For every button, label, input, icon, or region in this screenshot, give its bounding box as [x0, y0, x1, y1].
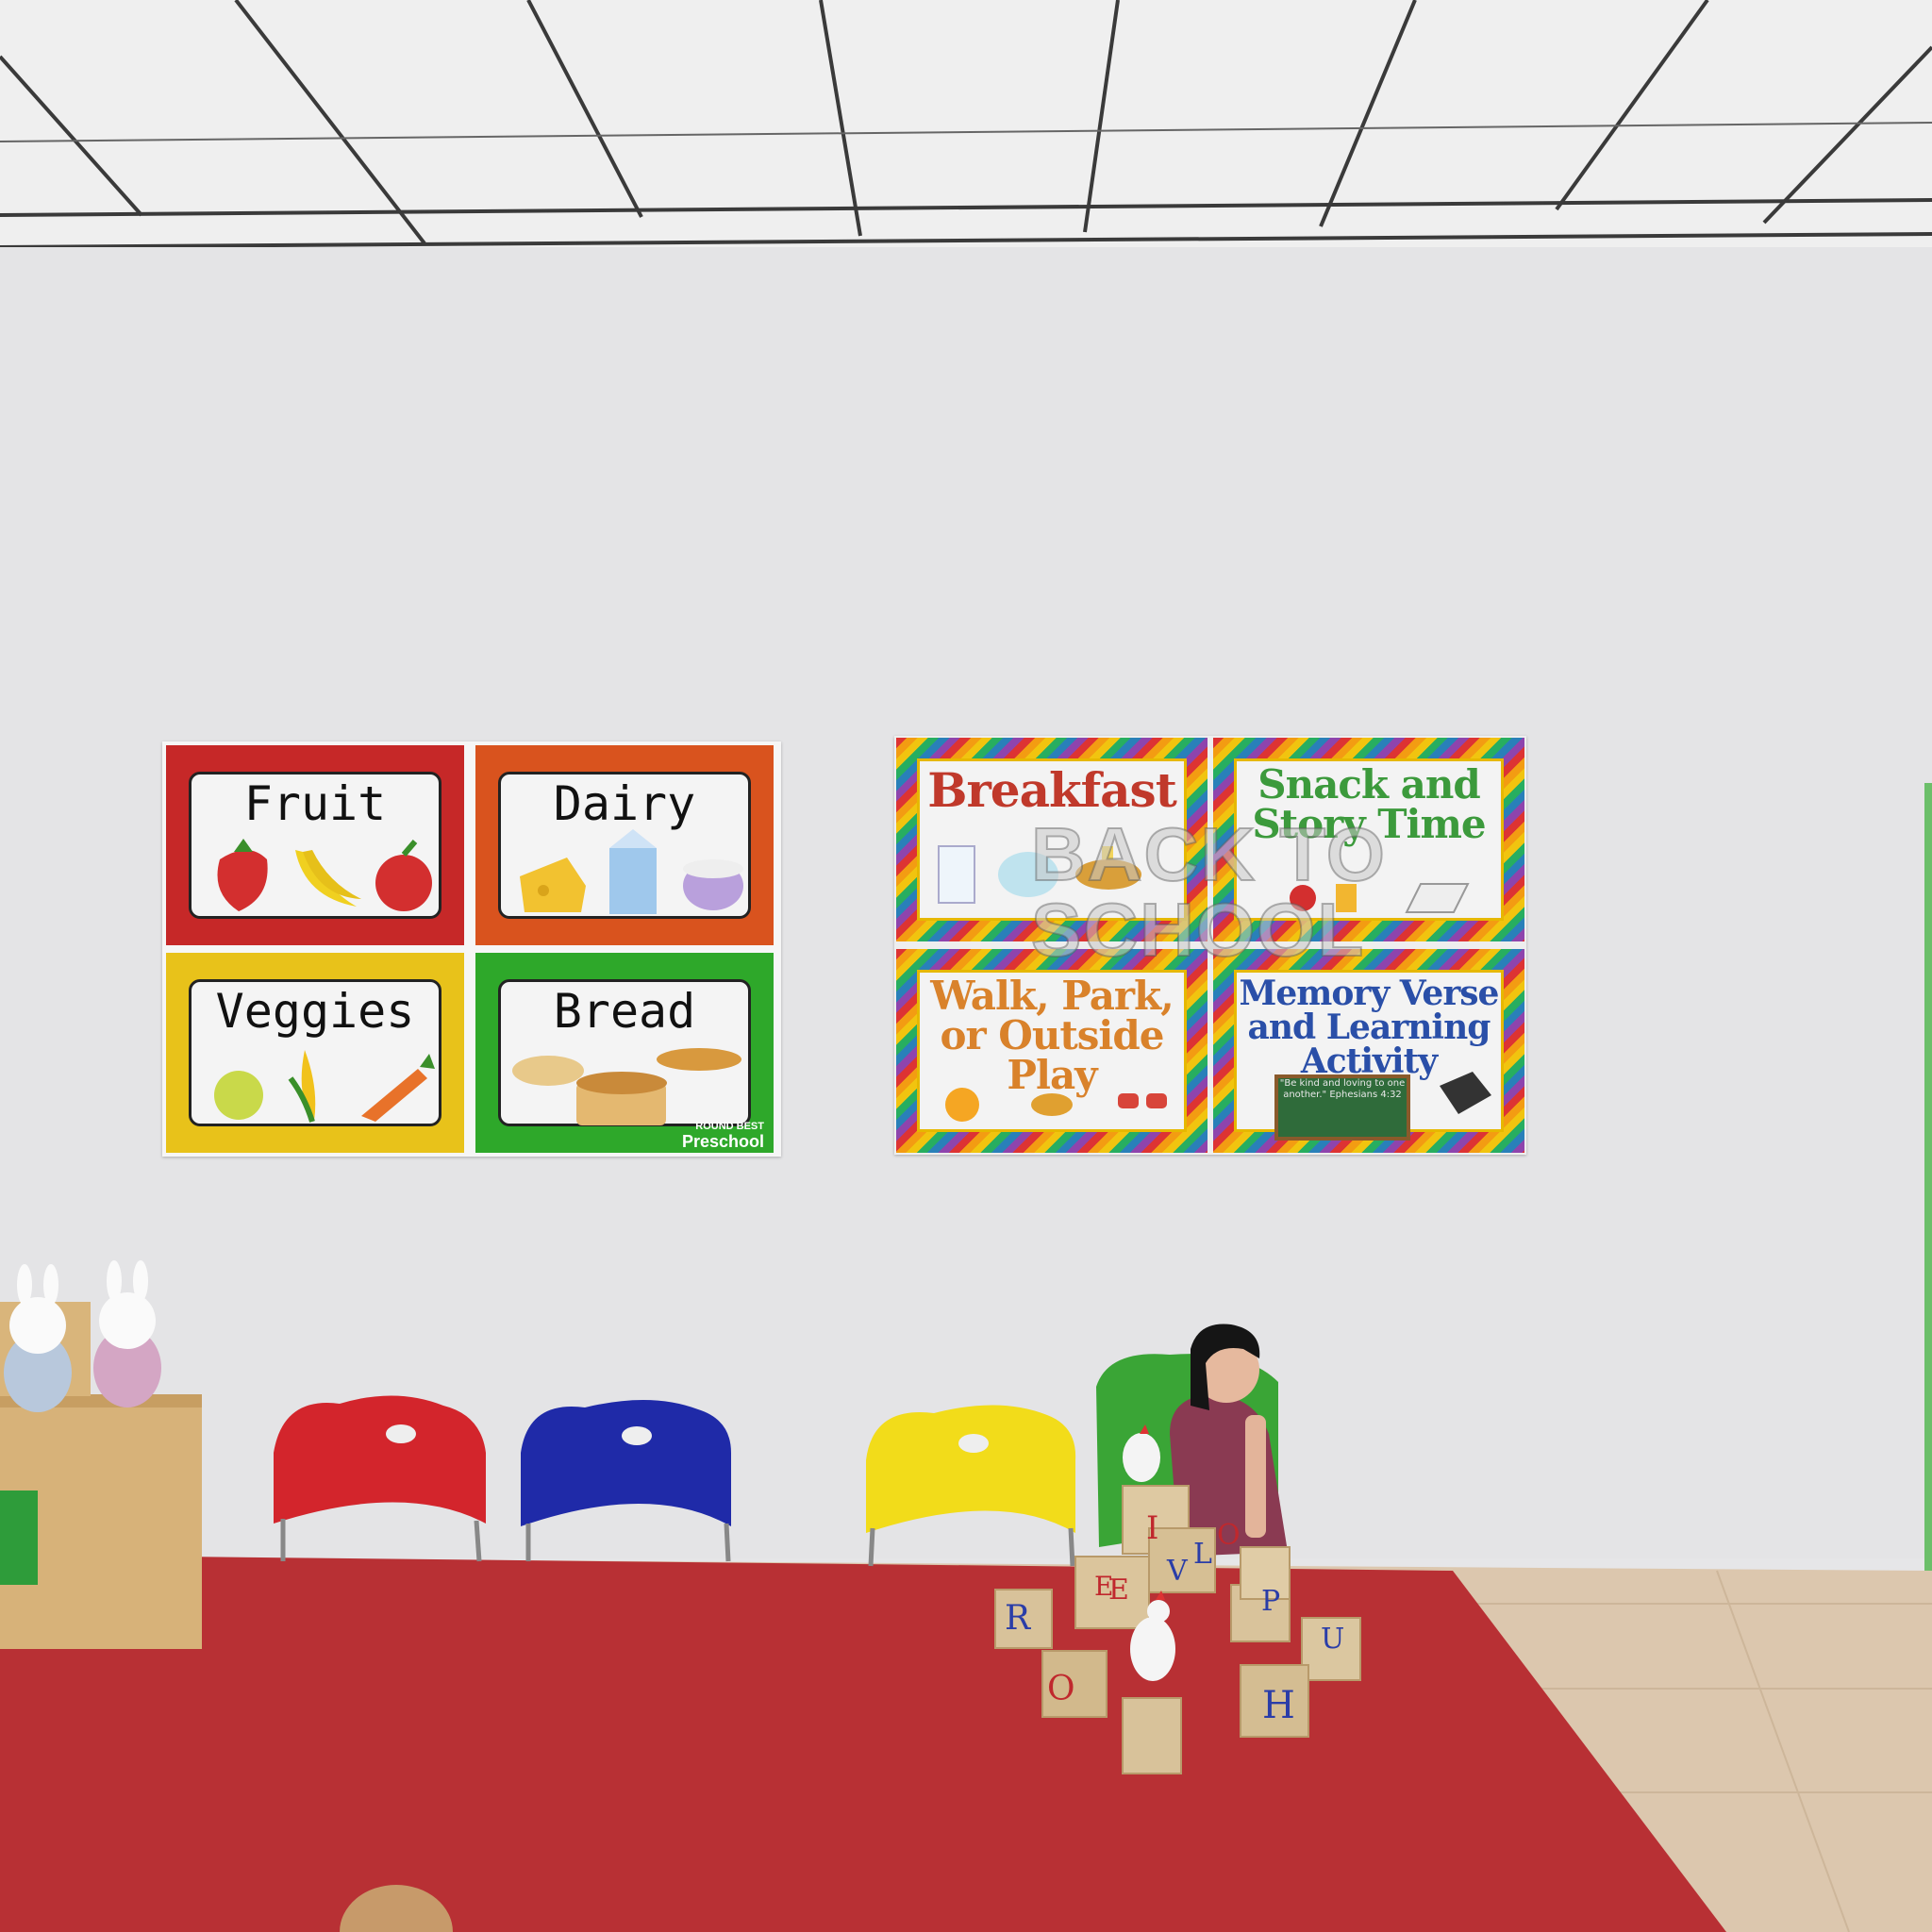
food-cell-fruit: Fruit: [166, 745, 464, 945]
veggie-icons: [214, 1050, 435, 1123]
dairy-icons: [520, 829, 743, 914]
food-cell-title: Veggies: [215, 984, 415, 1039]
schedule-cell-outside-play: Walk, Park, or Outside Play: [896, 949, 1208, 1153]
door-frame: [1924, 783, 1932, 1575]
back-to-school-overlay-line2: SCHOOL: [1030, 887, 1366, 973]
bread-icons: [512, 1048, 741, 1125]
block-letter: R: [1005, 1599, 1031, 1638]
food-cell-dairy: Dairy: [475, 745, 774, 945]
bible-icon: [1440, 1072, 1491, 1114]
block-letter: I: [1146, 1509, 1159, 1547]
food-card: Veggies: [189, 979, 441, 1126]
food-card: Bread: [498, 979, 751, 1126]
outdoor-icons: [945, 1088, 1167, 1122]
block-letter: H: [1262, 1684, 1295, 1727]
back-to-school-overlay-line1: BACK TO: [1030, 811, 1387, 897]
watermark-line2: Preschool: [681, 1132, 764, 1151]
food-cell-title: Fruit: [243, 776, 387, 831]
block-letter: V: [1167, 1555, 1188, 1588]
food-card: Fruit: [189, 772, 441, 919]
block-letter: O: [1217, 1519, 1241, 1552]
food-cell-title: Dairy: [553, 776, 696, 831]
block-letter: E: [1094, 1571, 1114, 1602]
schedule-poster: Breakfast Snack and Story Time Walk, Par…: [894, 736, 1526, 1155]
schedule-card: Walk, Park, or Outside Play: [917, 970, 1187, 1132]
schedule-cell-title: Breakfast: [927, 762, 1177, 818]
red-rug: [0, 1557, 1726, 1932]
food-cell-bread: Bread ROUND BEST Preschool: [475, 953, 774, 1153]
food-card: Dairy: [498, 772, 751, 919]
fruit-icons: [217, 839, 432, 911]
food-cell-title: Bread: [553, 984, 696, 1039]
schedule-card: Memory Verse and Learning Activity "Be k…: [1234, 970, 1504, 1141]
watermark: ROUND BEST Preschool: [681, 1119, 764, 1151]
block-letter: L: [1193, 1538, 1212, 1571]
ceiling: [0, 0, 1932, 247]
schedule-cell-title: Memory Verse and Learning Activity: [1239, 974, 1500, 1081]
block-letter: O: [1047, 1670, 1075, 1708]
food-cell-veggies: Veggies: [166, 953, 464, 1153]
block-letter: P: [1261, 1585, 1281, 1618]
block-letter: U: [1321, 1623, 1345, 1656]
schedule-cell-memory-verse: Memory Verse and Learning Activity "Be k…: [1213, 949, 1524, 1153]
food-groups-poster: Fruit Dairy Veggies Bread ROUND BEST Pre…: [162, 741, 781, 1157]
chalkboard-verse: "Be kind and loving to one another." Eph…: [1274, 1074, 1410, 1141]
